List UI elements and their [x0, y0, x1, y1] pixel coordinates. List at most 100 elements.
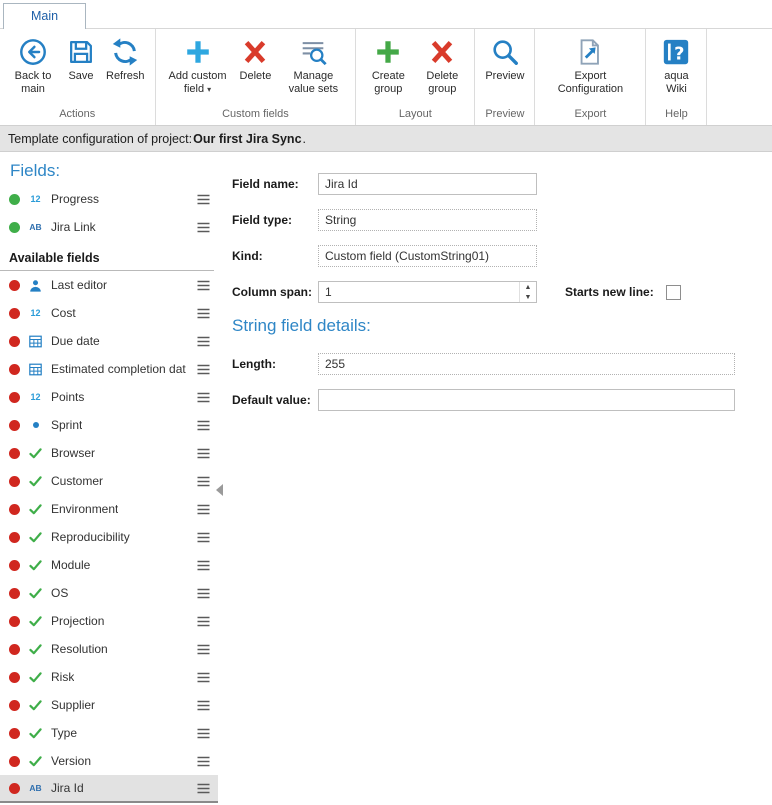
ribbon-group-actions: Back to main Save Refresh Actions: [0, 29, 156, 125]
drag-handle-icon[interactable]: [197, 616, 210, 627]
available-field-item[interactable]: Module: [0, 551, 218, 579]
aqua-wiki-button[interactable]: ? aqua Wiki: [651, 34, 701, 98]
drag-handle-icon[interactable]: [197, 336, 210, 347]
ribbon-group-label: Layout: [357, 106, 473, 125]
available-field-item[interactable]: Customer: [0, 467, 218, 495]
check-type-icon: [27, 532, 44, 543]
available-field-item[interactable]: Reproducibility: [0, 523, 218, 551]
spin-up-icon[interactable]: ▲: [520, 282, 536, 292]
available-field-item[interactable]: Environment: [0, 495, 218, 523]
field-item-label: Risk: [51, 670, 74, 684]
save-button[interactable]: Save: [61, 34, 101, 85]
main-area: Fields: 12ProgressABJira Link Available …: [0, 152, 772, 805]
drag-handle-icon[interactable]: [197, 308, 210, 319]
field-active-status-icon: [9, 194, 20, 205]
available-field-item[interactable]: Projection: [0, 607, 218, 635]
drag-handle-icon[interactable]: [197, 700, 210, 711]
available-field-item[interactable]: Due date: [0, 327, 218, 355]
splitter-collapse-icon[interactable]: [216, 484, 223, 496]
length-input[interactable]: [318, 353, 735, 375]
kind-input[interactable]: [318, 245, 537, 267]
drag-handle-icon[interactable]: [197, 588, 210, 599]
field-type-input[interactable]: [318, 209, 537, 231]
available-field-item[interactable]: Supplier: [0, 691, 218, 719]
refresh-button[interactable]: Refresh: [101, 34, 150, 85]
starts-new-line-label: Starts new line:: [565, 285, 654, 299]
available-field-item[interactable]: Type: [0, 719, 218, 747]
available-field-item[interactable]: Sprint: [0, 411, 218, 439]
column-span-stepper[interactable]: 1 ▲ ▼: [318, 281, 537, 303]
add-custom-field-button[interactable]: Add custom field ▾: [161, 34, 235, 98]
check-type-icon: [27, 504, 44, 515]
field-item-label: Environment: [51, 502, 118, 516]
field-item-label: Estimated completion dat: [51, 362, 186, 376]
info-bar: Template configuration of project: Our f…: [0, 126, 772, 152]
drag-handle-icon[interactable]: [197, 560, 210, 571]
available-field-item[interactable]: Risk: [0, 663, 218, 691]
tab-main[interactable]: Main: [3, 3, 86, 29]
manage-value-sets-button[interactable]: Manage value sets: [276, 34, 350, 98]
info-bar-suffix: .: [303, 132, 306, 146]
active-field-item[interactable]: 12Progress: [0, 185, 218, 213]
field-available-status-icon: [9, 336, 20, 347]
field-available-status-icon: [9, 532, 20, 543]
button-label: Back to main: [15, 70, 52, 95]
ribbon-buttons-help: ? aqua Wiki: [647, 31, 705, 106]
back-icon: [18, 36, 48, 68]
drag-handle-icon[interactable]: [197, 783, 210, 794]
delete-group-button[interactable]: Delete group: [415, 34, 469, 98]
field-item-label: Last editor: [51, 278, 107, 292]
delete-button[interactable]: Delete: [235, 34, 277, 85]
project-name: Our first Jira Sync: [193, 132, 301, 146]
drag-handle-icon[interactable]: [197, 672, 210, 683]
string-field-details-heading: String field details:: [232, 316, 772, 336]
check-type-icon: [27, 616, 44, 627]
drag-handle-icon[interactable]: [197, 280, 210, 291]
length-label: Length:: [232, 357, 318, 371]
available-field-item[interactable]: 12Points: [0, 383, 218, 411]
available-field-item[interactable]: Estimated completion dat: [0, 355, 218, 383]
default-value-input[interactable]: [318, 389, 735, 411]
number-type-icon: 12: [27, 194, 44, 204]
drag-handle-icon[interactable]: [197, 728, 210, 739]
available-field-item[interactable]: Browser: [0, 439, 218, 467]
button-label: Add custom field: [168, 70, 226, 95]
back-to-main-button[interactable]: Back to main: [5, 34, 61, 98]
check-type-icon: [27, 728, 44, 739]
field-available-status-icon: [9, 504, 20, 515]
spin-down-icon[interactable]: ▼: [520, 292, 536, 302]
magnifier-icon: [490, 36, 520, 68]
available-field-item[interactable]: 12Cost: [0, 299, 218, 327]
button-label: Delete: [240, 70, 272, 82]
available-field-item[interactable]: ABJira Id: [0, 775, 218, 803]
ribbon-group-preview: Preview Preview: [475, 29, 535, 125]
export-configuration-button[interactable]: Export Configuration: [540, 34, 640, 98]
field-item-label: Sprint: [51, 418, 82, 432]
drag-handle-icon[interactable]: [197, 756, 210, 767]
available-field-item[interactable]: OS: [0, 579, 218, 607]
drag-handle-icon[interactable]: [197, 448, 210, 459]
preview-button[interactable]: Preview: [480, 34, 529, 85]
drag-handle-icon[interactable]: [197, 504, 210, 515]
drag-handle-icon[interactable]: [197, 420, 210, 431]
available-field-item[interactable]: Version: [0, 747, 218, 775]
available-field-item[interactable]: Resolution: [0, 635, 218, 663]
drag-handle-icon[interactable]: [197, 194, 210, 205]
button-label: Preview: [485, 70, 524, 82]
active-field-item[interactable]: ABJira Link: [0, 213, 218, 241]
x-icon: [240, 36, 270, 68]
drag-handle-icon[interactable]: [197, 392, 210, 403]
drag-handle-icon[interactable]: [197, 476, 210, 487]
drag-handle-icon[interactable]: [197, 222, 210, 233]
ribbon-buttons-preview: Preview: [476, 31, 533, 106]
default-value-label: Default value:: [232, 393, 318, 407]
available-field-item[interactable]: Last editor: [0, 271, 218, 299]
field-name-input[interactable]: [318, 173, 537, 195]
drag-handle-icon[interactable]: [197, 644, 210, 655]
starts-new-line-checkbox[interactable]: [666, 285, 681, 300]
date-type-icon: [27, 363, 44, 376]
create-group-button[interactable]: Create group: [361, 34, 415, 98]
column-span-spin-buttons: ▲ ▼: [519, 282, 536, 302]
drag-handle-icon[interactable]: [197, 532, 210, 543]
drag-handle-icon[interactable]: [197, 364, 210, 375]
